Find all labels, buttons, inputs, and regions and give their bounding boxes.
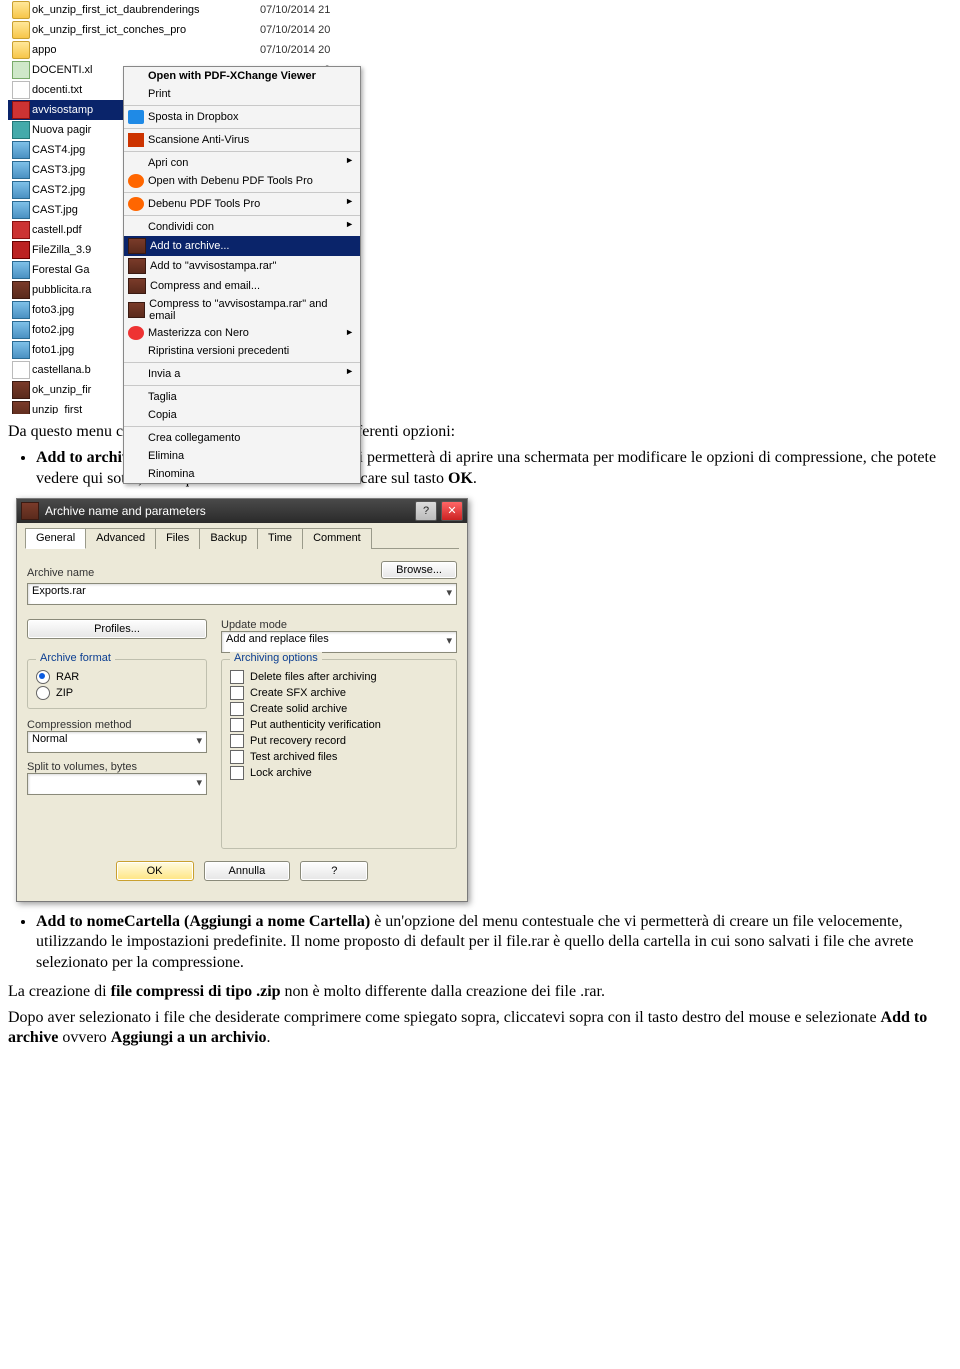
compression-method-label: Compression method — [27, 719, 207, 731]
dialog-titlebar: Archive name and parameters ? ✕ — [17, 499, 467, 523]
ctx-delete[interactable]: Elimina — [124, 447, 360, 465]
tab-files[interactable]: Files — [155, 528, 200, 549]
file-type-icon — [12, 81, 30, 99]
opt-auth-checkbox[interactable]: Put authenticity verification — [230, 718, 448, 732]
ctx-open-debenu[interactable]: Open with Debenu PDF Tools Pro — [124, 172, 360, 190]
tab-backup[interactable]: Backup — [199, 528, 258, 549]
debenu-icon — [128, 197, 144, 211]
ctx-compress-to-email[interactable]: Compress to "avvisostampa.rar" and email — [124, 296, 360, 324]
file-type-icon — [12, 101, 30, 119]
ctx-cut[interactable]: Taglia — [124, 385, 360, 406]
split-volumes-input[interactable] — [27, 773, 207, 795]
dialog-tabs: General Advanced Files Backup Time Comme… — [25, 527, 459, 549]
file-type-icon — [12, 361, 30, 379]
winrar-dialog: Archive name and parameters ? ✕ General … — [16, 498, 468, 902]
winrar-icon — [128, 302, 145, 318]
context-menu: Open with PDF-XChange Viewer Print Spost… — [123, 66, 361, 484]
file-type-icon — [12, 301, 30, 319]
ctx-print[interactable]: Print — [124, 85, 360, 103]
ctx-dropbox[interactable]: Sposta in Dropbox — [124, 105, 360, 126]
file-type-icon — [12, 181, 30, 199]
help-button[interactable]: ? — [300, 861, 368, 881]
tab-general[interactable]: General — [25, 528, 86, 549]
opt-delete-checkbox[interactable]: Delete files after archiving — [230, 670, 448, 684]
file-type-icon — [12, 61, 30, 79]
ctx-add-to-archive[interactable]: Add to archive... — [124, 236, 360, 256]
file-type-icon — [12, 21, 30, 39]
titlebar-help-button[interactable]: ? — [415, 501, 437, 521]
file-type-icon — [12, 261, 30, 279]
ctx-share[interactable]: Condividi con — [124, 215, 360, 236]
ctx-debenu[interactable]: Debenu PDF Tools Pro — [124, 192, 360, 213]
ctx-nero[interactable]: Masterizza con Nero — [124, 324, 360, 342]
paragraph-zip: La creazione di file compressi di tipo .… — [8, 982, 952, 1002]
opt-recov-checkbox[interactable]: Put recovery record — [230, 734, 448, 748]
ctx-add-to-rar[interactable]: Add to "avvisostampa.rar" — [124, 256, 360, 276]
tab-time[interactable]: Time — [257, 528, 303, 549]
ctx-open-pdf[interactable]: Open with PDF-XChange Viewer — [124, 67, 360, 85]
tab-comment[interactable]: Comment — [302, 528, 372, 549]
file-type-icon — [12, 201, 30, 219]
dialog-title: Archive name and parameters — [45, 504, 411, 518]
file-row[interactable]: ok_unzip_first_ict_conches_pro07/10/2014… — [8, 20, 338, 40]
archiving-options-group: Archiving options Delete files after arc… — [221, 659, 457, 849]
opt-test-checkbox[interactable]: Test archived files — [230, 750, 448, 764]
kaspersky-icon — [128, 133, 144, 147]
ctx-rename[interactable]: Rinomina — [124, 465, 360, 483]
archive-name-input[interactable]: Exports.rar — [27, 583, 457, 605]
file-type-icon — [12, 141, 30, 159]
file-type-icon — [12, 1, 30, 19]
bullet-add-folder: Add to nomeCartella (Aggiungi a nome Car… — [36, 912, 952, 974]
archive-format-group: Archive format RAR ZIP — [27, 659, 207, 709]
split-volumes-label: Split to volumes, bytes — [27, 761, 207, 773]
paragraph-instructions: Dopo aver selezionato i file che desider… — [8, 1008, 952, 1048]
file-type-icon — [12, 321, 30, 339]
winrar-icon — [128, 278, 146, 294]
file-type-icon — [12, 341, 30, 359]
ctx-copy[interactable]: Copia — [124, 406, 360, 424]
format-rar-radio[interactable]: RAR — [36, 670, 198, 684]
winrar-icon — [21, 502, 39, 520]
winrar-icon — [128, 238, 146, 254]
dropbox-icon — [128, 110, 144, 124]
file-type-icon — [12, 161, 30, 179]
file-type-icon — [12, 121, 30, 139]
ctx-send-to[interactable]: Invia a — [124, 362, 360, 383]
archive-name-label: Archive name — [27, 567, 94, 579]
ctx-antivirus[interactable]: Scansione Anti-Virus — [124, 128, 360, 149]
opt-sfx-checkbox[interactable]: Create SFX archive — [230, 686, 448, 700]
opt-lock-checkbox[interactable]: Lock archive — [230, 766, 448, 780]
opt-solid-checkbox[interactable]: Create solid archive — [230, 702, 448, 716]
browse-button[interactable]: Browse... — [381, 561, 457, 579]
file-type-icon — [12, 241, 30, 259]
nero-icon — [128, 326, 144, 340]
update-mode-select[interactable]: Add and replace files — [221, 631, 457, 653]
compression-method-select[interactable]: Normal — [27, 731, 207, 753]
ctx-restore[interactable]: Ripristina versioni precedenti — [124, 342, 360, 360]
ctx-compress-email[interactable]: Compress and email... — [124, 276, 360, 296]
titlebar-close-button[interactable]: ✕ — [441, 501, 463, 521]
ok-button[interactable]: OK — [116, 861, 194, 881]
profiles-button[interactable]: Profiles... — [27, 619, 207, 639]
file-type-icon — [12, 401, 30, 414]
winrar-icon — [128, 258, 146, 274]
file-type-icon — [12, 381, 30, 399]
ctx-open-with[interactable]: Apri con — [124, 151, 360, 172]
file-row[interactable]: appo07/10/2014 20 — [8, 40, 338, 60]
format-zip-radio[interactable]: ZIP — [36, 686, 198, 700]
update-mode-label: Update mode — [221, 619, 457, 631]
file-type-icon — [12, 41, 30, 59]
tab-advanced[interactable]: Advanced — [85, 528, 156, 549]
file-type-icon — [12, 221, 30, 239]
file-row[interactable]: ok_unzip_first_ict_daubrenderings07/10/2… — [8, 0, 338, 20]
debenu-icon — [128, 174, 144, 188]
ctx-create-link[interactable]: Crea collegamento — [124, 426, 360, 447]
cancel-button[interactable]: Annulla — [204, 861, 291, 881]
file-type-icon — [12, 281, 30, 299]
